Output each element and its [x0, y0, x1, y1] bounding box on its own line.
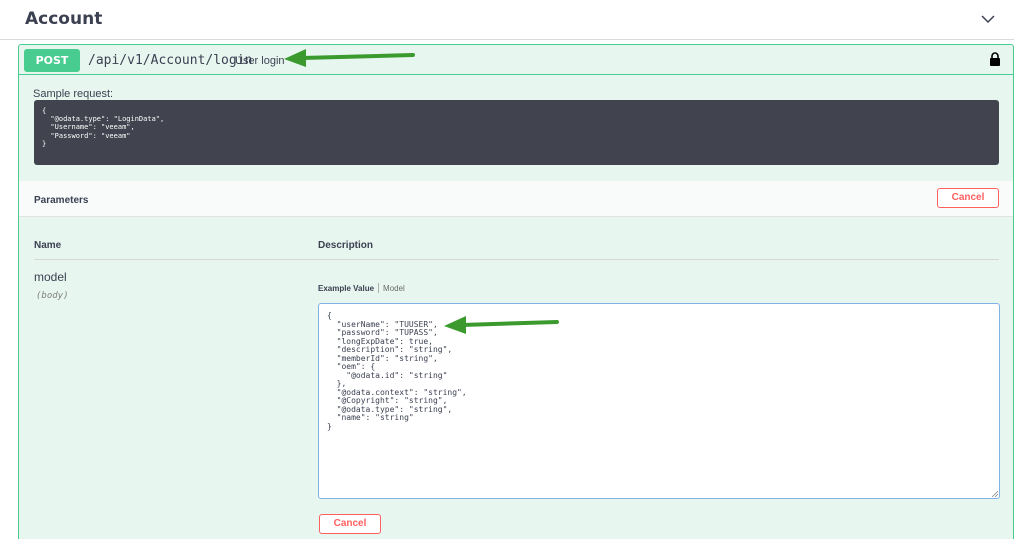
divider: [34, 259, 999, 260]
parameter-location: (body): [36, 291, 69, 301]
parameters-title: Parameters: [34, 195, 89, 206]
code-line: }: [42, 139, 47, 148]
body-param-textarea[interactable]: { "userName": "TUUSER", "password": "TUP…: [318, 303, 1000, 499]
annotation-arrow-icon: [444, 316, 559, 334]
annotation-arrow-icon: [284, 49, 415, 67]
body-line: "@odata.id": "string": [327, 370, 448, 380]
body-line: }: [327, 421, 332, 431]
code-line: "Username": "veeam",: [42, 123, 135, 132]
swagger-page: Account POST /api/v1/Account/login User …: [0, 0, 1024, 539]
code-line: "Password": "veeam": [42, 131, 131, 140]
sample-request-code: { "@odata.type": "LoginData", "Username"…: [34, 100, 999, 165]
lock-icon[interactable]: [989, 52, 1001, 67]
body-line: "memberId": "string",: [327, 353, 438, 363]
cancel-button-bottom[interactable]: Cancel: [319, 514, 381, 534]
operation-description: Sample request:: [33, 88, 113, 100]
chevron-down-icon[interactable]: [980, 12, 996, 26]
operation-path: /api/v1/Account/login: [88, 53, 253, 68]
method-badge: POST: [24, 49, 80, 72]
operation-block: POST /api/v1/Account/login User login Sa…: [18, 44, 1014, 539]
tab-example-value[interactable]: Example Value: [318, 284, 374, 293]
body-line: "@odata.type": "string",: [327, 404, 453, 414]
sample-request-label: Sample request:: [33, 88, 114, 100]
cancel-button[interactable]: Cancel: [937, 188, 999, 208]
operation-summary[interactable]: POST /api/v1/Account/login User login: [19, 45, 1013, 75]
tag-header-account[interactable]: Account: [0, 0, 1014, 40]
resize-handle-icon[interactable]: [991, 490, 998, 497]
tab-model[interactable]: Model: [383, 284, 405, 293]
code-line: "@odata.type": "LoginData",: [42, 115, 165, 124]
column-header-description: Description: [318, 240, 374, 251]
code-line: {: [42, 107, 47, 115]
example-model-tabs: Example Value Model: [318, 283, 405, 293]
column-header-name: Name: [34, 240, 62, 251]
tag-title: Account: [25, 9, 103, 29]
operation-summary-text: User login: [235, 55, 285, 67]
parameter-name: model: [34, 270, 67, 284]
parameters-header: Parameters Cancel: [19, 181, 1013, 217]
tab-separator: [378, 283, 380, 293]
body-line: "name": "string": [327, 413, 414, 422]
